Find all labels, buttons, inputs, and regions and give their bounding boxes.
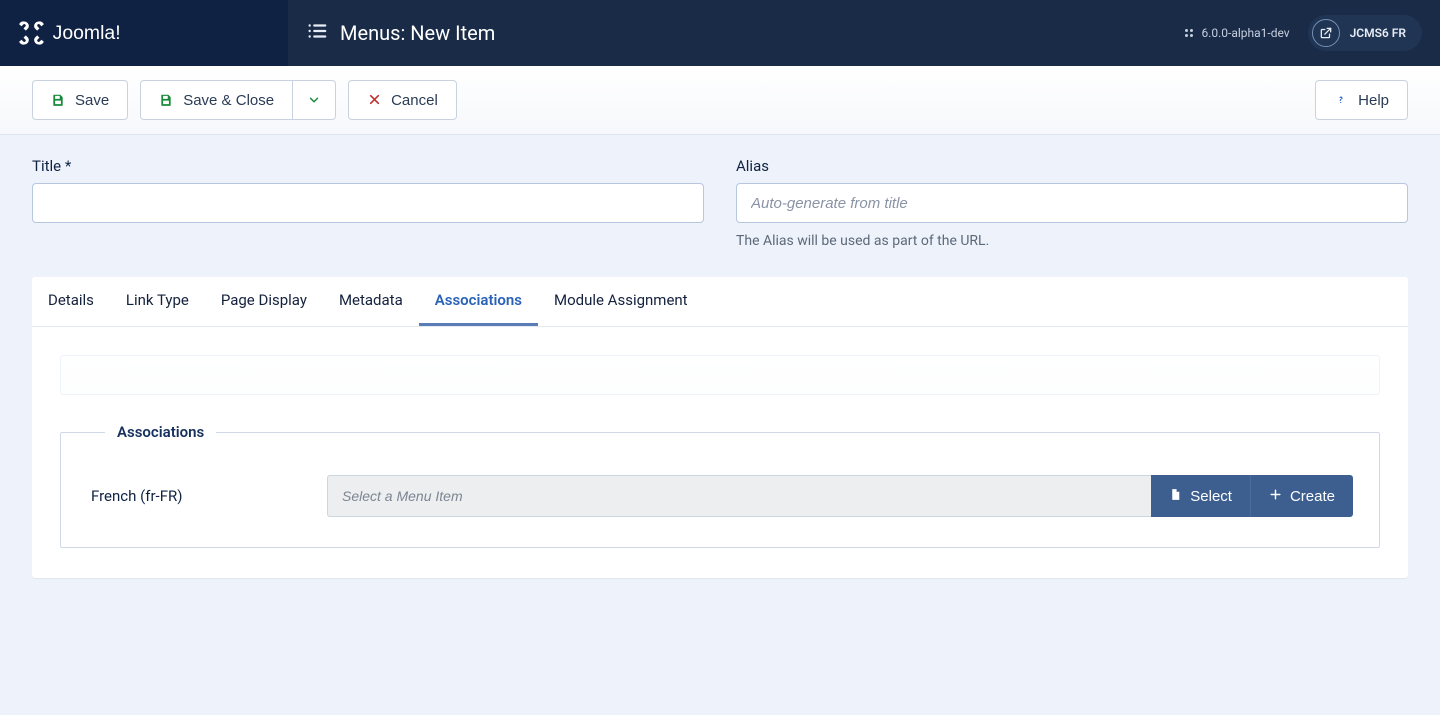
title-field-wrap: Title * [32, 157, 704, 249]
page-header: Menus: New Item 6.0.0-alpha1-dev JCMS6 F… [288, 0, 1440, 66]
alias-hint: The Alias will be used as part of the UR… [736, 233, 1408, 249]
plus-icon [1269, 488, 1282, 505]
save-icon [51, 93, 65, 107]
save-button[interactable]: Save [32, 80, 128, 120]
top-band: Joomla! Menus: New Item 6.0.0-alpha1- [0, 0, 1440, 66]
cancel-button[interactable]: Cancel [348, 80, 457, 120]
associations-legend: Associations [105, 423, 216, 441]
alias-input[interactable] [736, 183, 1408, 223]
brand-logo[interactable]: Joomla! [0, 0, 288, 66]
form-heading-fields: Title * Alias The Alias will be used as … [0, 135, 1440, 249]
title-input[interactable] [32, 183, 704, 223]
tab-page-display[interactable]: Page Display [205, 277, 323, 326]
notice-bar [60, 355, 1380, 395]
file-icon [1169, 487, 1182, 506]
page-title: Menus: New Item [340, 21, 495, 45]
external-link-icon [1312, 19, 1340, 47]
associations-fieldset: Associations French (fr-FR) Select [60, 423, 1380, 548]
tabs: Details Link Type Page Display Metadata … [32, 277, 1408, 327]
close-icon [367, 93, 381, 107]
association-select-button[interactable]: Select [1151, 475, 1250, 517]
tab-metadata[interactable]: Metadata [323, 277, 419, 326]
tab-details[interactable]: Details [32, 277, 110, 326]
question-icon [1334, 93, 1348, 107]
tab-link-type[interactable]: Link Type [110, 277, 205, 326]
association-create-button[interactable]: Create [1250, 475, 1353, 517]
save-icon [159, 93, 173, 107]
toolbar: Save Save & Close Cancel [0, 66, 1440, 135]
save-dropdown-button[interactable] [293, 80, 336, 120]
chevron-down-icon [307, 93, 321, 107]
help-button[interactable]: Help [1315, 80, 1408, 120]
site-badge[interactable]: JCMS6 FR [1308, 15, 1422, 51]
save-close-button[interactable]: Save & Close [140, 80, 293, 120]
tab-content-associations: Associations French (fr-FR) Select [32, 327, 1408, 578]
title-label: Title * [32, 157, 704, 175]
tab-associations[interactable]: Associations [419, 277, 538, 326]
association-language-label: French (fr-FR) [87, 487, 327, 505]
version-label: 6.0.0-alpha1-dev [1183, 26, 1289, 40]
alias-field-wrap: Alias The Alias will be used as part of … [736, 157, 1408, 249]
association-row: French (fr-FR) Select Create [87, 475, 1353, 517]
alias-label: Alias [736, 157, 1408, 175]
svg-text:Joomla!: Joomla! [53, 22, 121, 44]
tab-module-assignment[interactable]: Module Assignment [538, 277, 704, 326]
association-menu-item-input[interactable] [327, 475, 1151, 517]
list-icon [306, 20, 328, 46]
site-badge-label: JCMS6 FR [1350, 26, 1406, 40]
tabs-card: Details Link Type Page Display Metadata … [32, 277, 1408, 578]
